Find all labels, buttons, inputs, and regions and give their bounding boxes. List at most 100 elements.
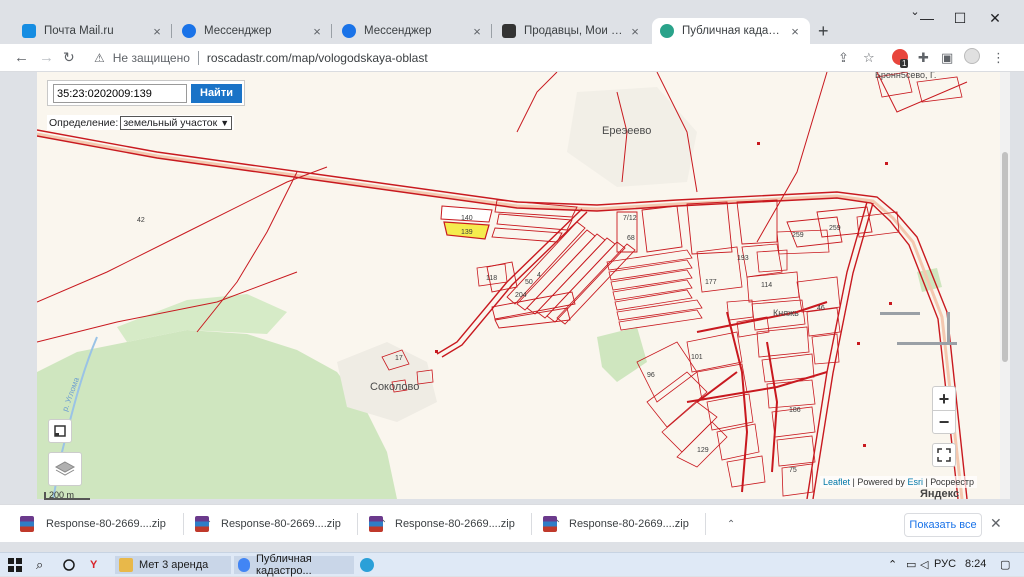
forest-area (597, 327, 647, 382)
download-item[interactable]: Response-80-2669....zip ⌃ (195, 515, 387, 533)
parcel-label-101: 101 (691, 354, 703, 361)
page-scrollbar[interactable] (1000, 72, 1010, 499)
windows-start-icon[interactable] (8, 556, 22, 574)
close-tab-icon[interactable]: × (470, 24, 484, 39)
parcel-label-42: 42 (137, 217, 145, 224)
close-window-button[interactable]: ✕ (980, 10, 1010, 27)
download-item[interactable]: Response-80-2669....zip ⌃ (543, 515, 735, 533)
parcel-label-204: 204 (515, 292, 527, 299)
cadastre-number-input[interactable] (53, 84, 187, 103)
chrome-icon (238, 558, 250, 572)
share-icon[interactable]: ⇪ (838, 50, 849, 66)
fullscreen-icon[interactable] (932, 443, 956, 467)
puzzle-icon[interactable]: ✚ (918, 50, 929, 66)
village-area (567, 87, 697, 187)
parcel-label-140: 140 (461, 215, 473, 222)
parcel-label-50: 50 (525, 279, 533, 286)
parcel-label-17: 17 (395, 355, 403, 362)
parcel-label-118: 118 (486, 275, 497, 282)
place-label-knyazh: Княжь (773, 308, 799, 318)
mail-icon (22, 24, 36, 38)
scrollbar-thumb[interactable] (1002, 152, 1008, 362)
bookmark-star-icon[interactable]: ☆ (863, 50, 875, 66)
leaflet-link[interactable]: Leaflet (823, 477, 850, 487)
map-attribution: Leaflet | Powered by Esri | Росреестр (820, 476, 978, 488)
browser-toolbar: ← → ↻ ⚠ Не защищено roscadastr.com/map/v… (0, 44, 1024, 72)
yandex-browser-icon[interactable]: Y (90, 556, 97, 574)
forward-icon[interactable]: → (39, 49, 54, 66)
definition-label: Определение: (49, 116, 119, 129)
folder-icon (119, 558, 133, 572)
show-all-button[interactable]: Показать все (904, 513, 982, 537)
search-icon[interactable]: ⌕ (36, 556, 43, 574)
close-tab-icon[interactable]: × (788, 24, 802, 39)
warning-icon[interactable]: ⚠ (94, 51, 105, 65)
map-canvas[interactable]: 140 139 42 118 17 259 259 68 114 46 101 … (37, 72, 1007, 499)
taskbar-item-folder[interactable]: Мет 3 аренда (115, 556, 231, 574)
parcel-strips[interactable] (486, 199, 873, 329)
archive-icon (20, 516, 34, 532)
village-streets (686, 301, 828, 493)
new-tab-button[interactable]: + (818, 21, 829, 42)
tab-sellers[interactable]: Продавцы, Мои объекты × (494, 18, 650, 44)
zoom-control: + − (932, 386, 956, 434)
place-label-ereveevo: Ереэеево (602, 125, 651, 137)
find-button[interactable]: Найти (191, 84, 242, 103)
forest-area (37, 330, 397, 499)
place-label-top-right: Бронн5сево, Г. (875, 72, 936, 80)
sidepanel-icon[interactable]: ▣ (941, 50, 953, 66)
road-line (812, 202, 874, 499)
cadastral-map[interactable]: 140 139 42 118 17 259 259 68 114 46 101 … (37, 72, 1007, 499)
definition-row: Определение: земельный участок ▼ (47, 115, 235, 130)
parcel-label-114: 114 (761, 282, 772, 289)
tab-messenger-2[interactable]: Мессенджер × (334, 18, 492, 44)
zoom-in-button[interactable]: + (932, 387, 956, 411)
zoom-out-button[interactable]: − (932, 411, 956, 433)
back-icon[interactable]: ← (14, 49, 29, 66)
input-language[interactable]: РУС (934, 558, 956, 570)
esri-link[interactable]: Esri (907, 477, 923, 487)
profile-avatar[interactable] (964, 48, 980, 64)
close-tab-icon[interactable]: × (628, 24, 642, 39)
boundary-line (37, 166, 328, 303)
tab-messenger-1[interactable]: Мессенджер × (174, 18, 332, 44)
notification-icon[interactable]: ▢ (1000, 558, 1010, 571)
minimize-button[interactable]: — (912, 10, 942, 26)
address-bar[interactable]: ⚠ Не защищено roscadastr.com/map/vologod… (88, 46, 888, 70)
taskbar: ⌕ Y Мет 3 аренда Публичная кадастро... ⌃… (0, 552, 1024, 577)
maximize-button[interactable]: ☐ (945, 10, 975, 27)
close-tab-icon[interactable]: × (150, 24, 164, 39)
cadastre-icon (660, 24, 674, 38)
clock[interactable]: 8:24 (965, 558, 986, 570)
boundary-line (756, 72, 828, 243)
extension-badge: 1 (900, 59, 909, 68)
taskbar-item-chrome[interactable]: Публичная кадастро... (234, 553, 354, 577)
tab-cadastre[interactable]: Публичная кадастровая ка × (652, 18, 810, 44)
chevron-up-icon[interactable]: ⌃ (727, 519, 735, 530)
download-item[interactable]: Response-80-2669....zip ⌃ (369, 515, 561, 533)
parcel-label-96: 96 (647, 372, 655, 379)
tab-mail[interactable]: Почта Mail.ru × (14, 18, 172, 44)
close-tab-icon[interactable]: × (310, 24, 324, 39)
parcel-label-46: 46 (817, 305, 825, 312)
network-icon[interactable]: ▭ (906, 558, 916, 571)
reload-icon[interactable]: ↻ (63, 49, 75, 66)
tray-arrow-icon[interactable]: ⌃ (888, 558, 897, 571)
parcel-label-75: 75 (789, 467, 797, 474)
volume-icon[interactable]: ◁ (920, 558, 928, 571)
definition-select[interactable]: земельный участок ▼ (120, 115, 233, 130)
task-view-icon[interactable] (62, 556, 76, 574)
menu-icon[interactable]: ⋮ (992, 50, 1005, 66)
close-downloads-icon[interactable]: ✕ (990, 515, 1002, 532)
map-scale: 200 m (44, 491, 90, 500)
seller-icon (502, 24, 516, 38)
downloads-bar: Response-80-2669....zip ⌃ Response-80-26… (0, 504, 1024, 542)
security-label[interactable]: Не защищено (113, 51, 190, 65)
url-text[interactable]: roscadastr.com/map/vologodskaya-oblast (207, 51, 428, 65)
parcel-label-193: 193 (737, 255, 749, 262)
parcel-label-259a: 259 (792, 232, 804, 239)
layers-icon[interactable] (48, 452, 82, 486)
edge-icon[interactable] (360, 556, 380, 574)
parcel-label-186: 186 (789, 407, 801, 414)
draw-icon[interactable] (48, 419, 72, 443)
